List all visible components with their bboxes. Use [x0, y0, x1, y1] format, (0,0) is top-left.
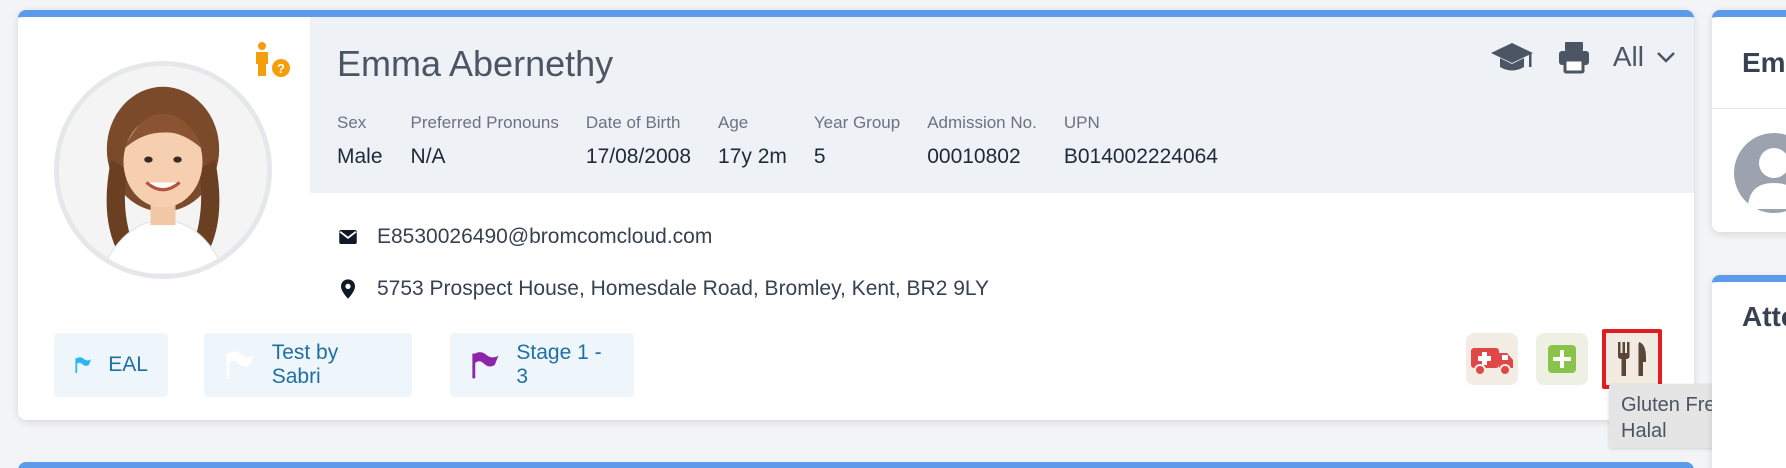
field-label: Sex [337, 113, 367, 132]
field-label: Preferred Pronouns [410, 113, 559, 132]
chevron-down-icon [1657, 52, 1675, 63]
medical-plus-icon [1548, 345, 1576, 373]
field-label: Age [718, 113, 749, 132]
tag-label: Stage 1 - 3 [516, 341, 602, 388]
view-filter-select[interactable]: All [1613, 41, 1676, 73]
field-value: 5 [813, 145, 826, 168]
field-value: B014002224064 [1063, 145, 1218, 168]
next-card-top-edge [18, 462, 1694, 468]
field-label: Date of Birth [585, 113, 681, 132]
field-sex: Sex Male [337, 113, 383, 169]
view-filter-value: All [1612, 41, 1644, 72]
header-actions: All [1489, 39, 1676, 75]
flag-icon [472, 352, 499, 379]
student-photo-image [59, 66, 267, 274]
side-card-title: Atte [1742, 301, 1786, 332]
flag-icon [226, 351, 254, 379]
student-profile-card: ? Emma Abernethy All Sex Male Preferred … [18, 10, 1694, 420]
tag-eal[interactable]: EAL [54, 333, 168, 397]
cutlery-icon [1618, 342, 1646, 376]
envelope-icon [337, 226, 359, 248]
field-label: UPN [1063, 113, 1100, 132]
field-admission-no: Admission No. 00010802 [927, 113, 1037, 169]
field-value: N/A [410, 145, 446, 168]
field-value: Male [337, 145, 383, 168]
field-preferred-pronouns: Preferred Pronouns N/A [411, 113, 559, 169]
field-year-group: Year Group 5 [814, 113, 900, 169]
side-card-attendance: Atte m s [1712, 275, 1786, 468]
ambulance-button[interactable] [1466, 333, 1518, 385]
field-age: Age 17y 2m [718, 113, 787, 169]
field-date-of-birth: Date of Birth 17/08/2008 [586, 113, 691, 169]
tag-stage-1-3[interactable]: Stage 1 - 3 [450, 333, 634, 397]
field-label: Admission No. [927, 113, 1037, 132]
medical-button[interactable] [1536, 333, 1588, 385]
user-avatar-icon [1734, 133, 1786, 213]
student-photo [54, 61, 272, 279]
field-upn: UPN B014002224064 [1064, 113, 1218, 169]
student-email[interactable]: E8530026490@bromcomcloud.com [377, 225, 712, 249]
flag-icon [75, 357, 92, 374]
printer-icon[interactable] [1551, 39, 1597, 75]
map-pin-icon [337, 278, 359, 300]
field-value: 00010802 [927, 145, 1021, 168]
student-info-fields: Sex Male Preferred Pronouns N/A Date of … [337, 113, 1246, 169]
ambulance-icon [1471, 348, 1513, 376]
email-row: E8530026490@bromcomcloud.com [337, 225, 712, 249]
side-card-contact: Em [1712, 10, 1786, 232]
tag-test-by-sabri[interactable]: Test by Sabri [204, 333, 412, 397]
field-value: 17/08/2008 [585, 145, 692, 168]
graduation-cap-icon[interactable] [1489, 39, 1535, 75]
dietary-button[interactable] [1602, 329, 1662, 389]
tag-label: EAL [108, 353, 148, 376]
tag-label: Test by Sabri [271, 341, 339, 388]
svg-text:?: ? [277, 61, 285, 76]
student-address: 5753 Prospect House, Homesdale Road, Bro… [377, 277, 990, 300]
side-card-title: Em [1712, 17, 1786, 109]
alert-person-icon[interactable]: ? [250, 41, 292, 79]
address-row: 5753 Prospect House, Homesdale Road, Bro… [337, 277, 989, 301]
field-value: 17y 2m [718, 145, 787, 168]
field-label: Year Group [813, 113, 901, 132]
student-name: Emma Abernethy [337, 43, 614, 84]
